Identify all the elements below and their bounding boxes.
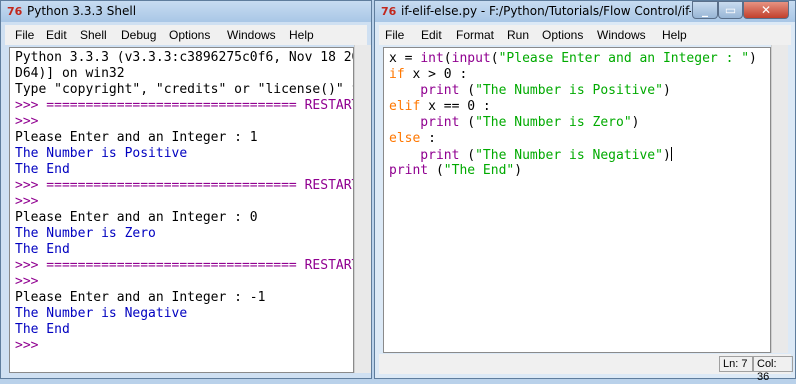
code-line-4: elif x == 0 : [389, 99, 491, 114]
shell-line: Python 3.3.3 (v3.3.3:c3896275c0f6, Nov 1… [15, 50, 354, 65]
shell-vertical-scrollbar[interactable] [354, 45, 371, 373]
shell-line: D64)] on win32 [15, 66, 125, 81]
shell-line: The End [15, 162, 70, 177]
code-line-5: print ("The Number is Zero") [389, 115, 640, 130]
shell-titlebar[interactable]: 76 Python 3.3.3 Shell [1, 1, 371, 22]
shell-line: >>> [15, 194, 39, 209]
code-line-2: if x > 0 : [389, 67, 468, 82]
shell-menu-options[interactable]: Options [169, 28, 210, 42]
python-app-icon: 76 [381, 5, 397, 18]
code-line-7: print ("The Number is Negative") [389, 147, 672, 163]
editor-statusbar: Ln: 7 Col: 36 [379, 354, 793, 383]
close-button[interactable]: ✕ [743, 1, 789, 19]
code-line-6: else : [389, 131, 436, 146]
shell-menu-windows[interactable]: Windows [227, 28, 276, 42]
maximize-button[interactable]: ▭ [718, 1, 743, 19]
editor-menu-options[interactable]: Options [542, 28, 583, 42]
editor-window-title: if-elif-else.py - F:/Python/Tutorials/Fl… [401, 4, 691, 18]
shell-window: 76 Python 3.3.3 Shell File Edit Shell De… [0, 0, 372, 379]
shell-line: >>> ================================ RES… [15, 178, 354, 193]
editor-window: 76 if-elif-else.py - F:/Python/Tutorials… [374, 0, 796, 383]
code-line-3: print ("The Number is Positive") [389, 83, 671, 98]
code-line-1: x = int(input("Please Enter and an Integ… [389, 51, 757, 66]
shell-line: The Number is Negative [15, 306, 188, 321]
shell-line: The End [15, 322, 70, 337]
shell-output-area[interactable]: Python 3.3.3 (v3.3.3:c3896275c0f6, Nov 1… [9, 47, 354, 373]
editor-menu-edit[interactable]: Edit [421, 28, 442, 42]
editor-menu-windows[interactable]: Windows [597, 28, 646, 42]
shell-menu-help[interactable]: Help [289, 28, 314, 42]
status-column-number: Col: 36 [753, 356, 793, 383]
editor-code-area[interactable]: x = int(input("Please Enter and an Integ… [383, 47, 771, 353]
shell-line: The Number is Positive [15, 146, 188, 161]
shell-line: >>> [15, 338, 39, 353]
editor-menu-help[interactable]: Help [662, 28, 687, 42]
shell-line: >>> ================================ RES… [15, 98, 354, 113]
minimize-button[interactable]: _ [692, 1, 718, 19]
shell-line: The End [15, 242, 70, 257]
text-cursor [670, 147, 672, 161]
editor-menu-run[interactable]: Run [507, 28, 529, 42]
shell-menu-edit[interactable]: Edit [46, 28, 67, 42]
shell-line: >>> ================================ RES… [15, 258, 354, 273]
editor-menubar: File Edit Format Run Options Windows Hel… [379, 25, 791, 45]
shell-window-title: Python 3.3.3 Shell [27, 4, 137, 18]
shell-line: The Number is Zero [15, 226, 156, 241]
editor-menu-file[interactable]: File [385, 28, 404, 42]
shell-menu-shell[interactable]: Shell [80, 28, 107, 42]
shell-line: >>> [15, 114, 39, 129]
shell-line: Please Enter and an Integer : 1 [15, 130, 258, 145]
editor-vertical-scrollbar[interactable] [771, 45, 788, 353]
status-line-number: Ln: 7 [719, 356, 753, 372]
shell-line: Please Enter and an Integer : 0 [15, 210, 258, 225]
editor-titlebar[interactable]: 76 if-elif-else.py - F:/Python/Tutorials… [375, 1, 795, 22]
shell-menubar: File Edit Shell Debug Options Windows He… [5, 25, 367, 45]
shell-line: >>> [15, 274, 39, 289]
shell-menu-file[interactable]: File [15, 28, 34, 42]
shell-line: Type "copyright", "credits" or "license(… [15, 82, 354, 97]
code-line-8: print ("The End") [389, 163, 523, 178]
shell-menu-debug[interactable]: Debug [121, 28, 156, 42]
python-app-icon: 76 [7, 5, 23, 18]
editor-menu-format[interactable]: Format [456, 28, 494, 42]
shell-line: Please Enter and an Integer : -1 [15, 290, 266, 305]
